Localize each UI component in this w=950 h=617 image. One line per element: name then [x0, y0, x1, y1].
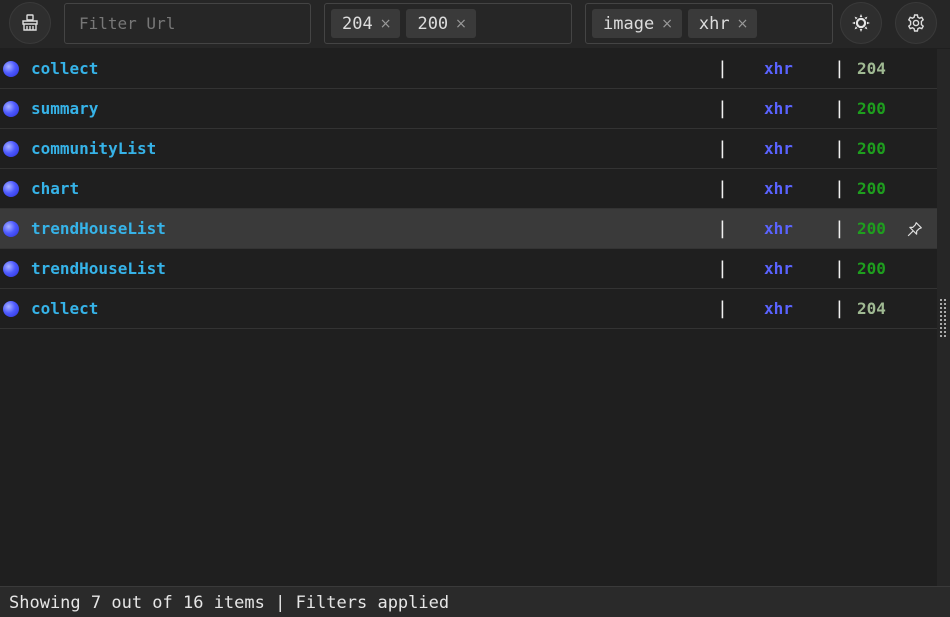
request-row[interactable]: collect | xhr | 204: [0, 289, 937, 329]
request-type: xhr: [764, 99, 793, 118]
broom-icon: [22, 14, 38, 31]
status-filter-box[interactable]: 204 × 200 ×: [324, 3, 572, 44]
request-status: 200: [857, 219, 886, 238]
type-filter-tag[interactable]: image ×: [592, 9, 682, 38]
request-status: 200: [857, 99, 886, 118]
request-status-dot: [3, 101, 19, 117]
theme-toggle-button[interactable]: [840, 2, 882, 44]
request-name: collect: [31, 299, 99, 318]
remove-tag-icon[interactable]: ×: [455, 16, 467, 32]
request-row[interactable]: chart | xhr | 200: [0, 169, 937, 209]
request-row-hovered[interactable]: trendHouseList | xhr | 200: [0, 209, 937, 249]
remove-tag-icon[interactable]: ×: [737, 16, 749, 32]
request-status: 204: [857, 59, 886, 78]
column-separator: |: [834, 138, 845, 159]
column-separator: |: [717, 178, 728, 199]
request-row[interactable]: trendHouseList | xhr | 200: [0, 249, 937, 289]
request-name: chart: [31, 179, 80, 198]
column-separator: |: [717, 98, 728, 119]
request-status: 200: [857, 139, 886, 158]
request-row[interactable]: summary | xhr | 200: [0, 89, 937, 129]
request-status-dot: [3, 261, 19, 277]
sun-icon: [852, 14, 870, 32]
status-filter-label: 200: [417, 13, 449, 34]
request-type: xhr: [764, 219, 793, 238]
request-status-dot: [3, 301, 19, 317]
request-name: collect: [31, 59, 99, 78]
request-status-dot: [3, 141, 19, 157]
request-name: summary: [31, 99, 99, 118]
status-filter-label: 204: [342, 13, 373, 34]
request-type: xhr: [764, 259, 793, 278]
status-bar: Showing 7 out of 16 items | Filters appl…: [0, 586, 950, 617]
request-row[interactable]: communityList | xhr | 200: [0, 129, 937, 169]
column-separator: |: [717, 138, 728, 159]
column-separator: |: [717, 218, 728, 239]
status-filter-tag[interactable]: 204 ×: [331, 9, 401, 38]
request-status: 204: [857, 299, 886, 318]
column-separator: |: [834, 298, 845, 319]
request-status-dot: [3, 61, 19, 77]
resize-grip-icon[interactable]: [939, 298, 948, 338]
column-separator: |: [717, 298, 728, 319]
request-type: xhr: [764, 59, 793, 78]
column-separator: |: [834, 98, 845, 119]
pin-icon[interactable]: [906, 221, 923, 238]
request-status-dot: [3, 221, 19, 237]
column-separator: |: [717, 58, 728, 79]
filter-url-input[interactable]: [65, 4, 310, 43]
request-name: trendHouseList: [31, 219, 166, 238]
column-separator: |: [834, 218, 845, 239]
request-type: xhr: [764, 139, 793, 158]
type-filter-box[interactable]: image × xhr ×: [585, 3, 833, 44]
settings-button[interactable]: [895, 2, 937, 44]
gear-icon: [907, 14, 925, 32]
request-name: communityList: [31, 139, 157, 158]
request-status: 200: [857, 259, 886, 278]
status-filter-tag[interactable]: 200 ×: [406, 9, 476, 38]
scrollbar[interactable]: [937, 49, 950, 586]
column-separator: |: [834, 258, 845, 279]
type-filter-label: image: [603, 13, 655, 34]
request-type: xhr: [764, 179, 793, 198]
type-filter-label: xhr: [698, 13, 730, 34]
request-type: xhr: [764, 299, 793, 318]
toolbar: 204 × 200 × image × xhr ×: [0, 0, 950, 48]
request-status: 200: [857, 179, 886, 198]
type-filter-tag[interactable]: xhr ×: [687, 9, 758, 38]
request-list: collect | xhr | 204 summary | xhr | 200 …: [0, 49, 937, 329]
column-separator: |: [834, 178, 845, 199]
filter-url-field[interactable]: [64, 3, 311, 44]
column-separator: |: [834, 58, 845, 79]
clear-button[interactable]: [9, 2, 51, 44]
remove-tag-icon[interactable]: ×: [661, 16, 673, 32]
request-status-dot: [3, 181, 19, 197]
column-separator: |: [717, 258, 728, 279]
remove-tag-icon[interactable]: ×: [380, 16, 392, 32]
request-row[interactable]: collect | xhr | 204: [0, 49, 937, 89]
request-name: trendHouseList: [31, 259, 166, 278]
